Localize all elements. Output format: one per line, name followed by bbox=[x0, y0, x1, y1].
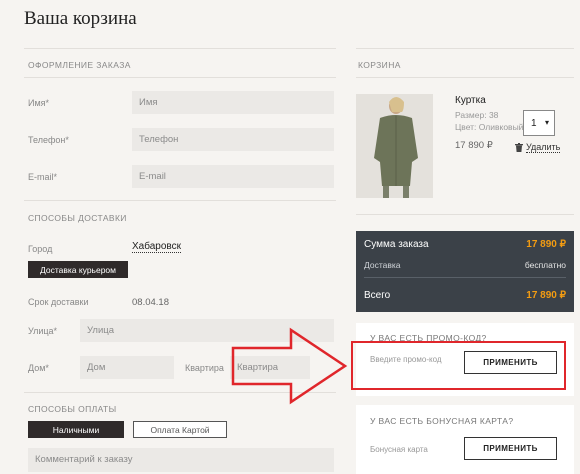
annotation-arrow-icon bbox=[231, 327, 348, 405]
product-size: Размер: 38 bbox=[455, 110, 499, 120]
product-color: Цвет: Оливковый bbox=[455, 122, 524, 132]
delete-item-link[interactable]: Удалить bbox=[515, 142, 561, 153]
order-total-value: 17 890 ₽ bbox=[526, 239, 566, 250]
house-label: Дом* bbox=[28, 363, 49, 373]
divider bbox=[356, 214, 574, 215]
delivery-cost-label: Доставка bbox=[364, 260, 401, 270]
card-payment-button[interactable]: Оплата Картой bbox=[133, 421, 227, 438]
phone-input[interactable]: Телефон bbox=[132, 128, 334, 151]
delete-label: Удалить bbox=[526, 142, 561, 153]
city-select[interactable]: Хабаровск bbox=[132, 241, 181, 253]
name-label: Имя* bbox=[28, 98, 50, 108]
bonus-apply-button[interactable]: ПРИМЕНИТЬ bbox=[464, 437, 557, 460]
section-order-title: ОФОРМЛЕНИЕ ЗАКАЗА bbox=[28, 60, 131, 70]
quantity-select[interactable]: 1 ▾ bbox=[523, 110, 555, 136]
delivery-date-value: 08.04.18 bbox=[132, 297, 169, 308]
divider bbox=[24, 48, 336, 49]
trash-icon bbox=[515, 143, 523, 152]
house-input[interactable]: Дом bbox=[80, 356, 174, 379]
email-input[interactable]: E-mail bbox=[132, 165, 334, 188]
street-label: Улица* bbox=[28, 326, 58, 336]
quantity-value: 1 bbox=[531, 117, 537, 129]
order-summary: Сумма заказа 17 890 ₽ Доставка бесплатно… bbox=[356, 231, 574, 312]
phone-label: Телефон* bbox=[28, 135, 69, 145]
product-price: 17 890 ₽ bbox=[455, 140, 493, 151]
section-delivery-title: СПОСОБЫ ДОСТАВКИ bbox=[28, 213, 127, 223]
cart-section-title: КОРЗИНА bbox=[358, 60, 401, 70]
divider bbox=[364, 277, 566, 278]
divider bbox=[356, 77, 574, 78]
delivery-cost-value: бесплатно bbox=[524, 260, 566, 270]
divider bbox=[24, 77, 336, 78]
grand-total-label: Всего bbox=[364, 290, 391, 301]
divider bbox=[356, 48, 574, 49]
order-comment-input[interactable]: Комментарий к заказу bbox=[28, 448, 334, 472]
delivery-date-label: Срок доставки bbox=[28, 297, 89, 307]
jacket-photo-icon bbox=[356, 94, 433, 198]
grand-total-value: 17 890 ₽ bbox=[526, 290, 566, 301]
bonus-title: У ВАС ЕСТЬ БОНУСНАЯ КАРТА? bbox=[370, 416, 514, 426]
city-label: Город bbox=[28, 244, 53, 254]
courier-delivery-button[interactable]: Доставка курьером bbox=[28, 261, 128, 278]
email-label: E-mail* bbox=[28, 172, 58, 182]
order-total-label: Сумма заказа bbox=[364, 239, 429, 250]
page-title: Ваша корзина bbox=[24, 8, 137, 29]
product-name: Куртка bbox=[455, 95, 486, 106]
bonus-panel: У ВАС ЕСТЬ БОНУСНАЯ КАРТА? Бонусная карт… bbox=[356, 405, 574, 474]
section-payment-title: СПОСОБЫ ОПЛАТЫ bbox=[28, 404, 117, 414]
apartment-label: Квартира bbox=[185, 363, 224, 373]
annotation-highlight-box bbox=[351, 341, 566, 390]
name-input[interactable]: Имя bbox=[132, 91, 334, 114]
bonus-card-input[interactable]: Бонусная карта bbox=[370, 445, 428, 454]
product-image[interactable] bbox=[356, 94, 433, 198]
divider bbox=[24, 200, 336, 201]
chevron-down-icon: ▾ bbox=[544, 118, 549, 127]
cash-payment-button[interactable]: Наличными bbox=[28, 421, 124, 438]
